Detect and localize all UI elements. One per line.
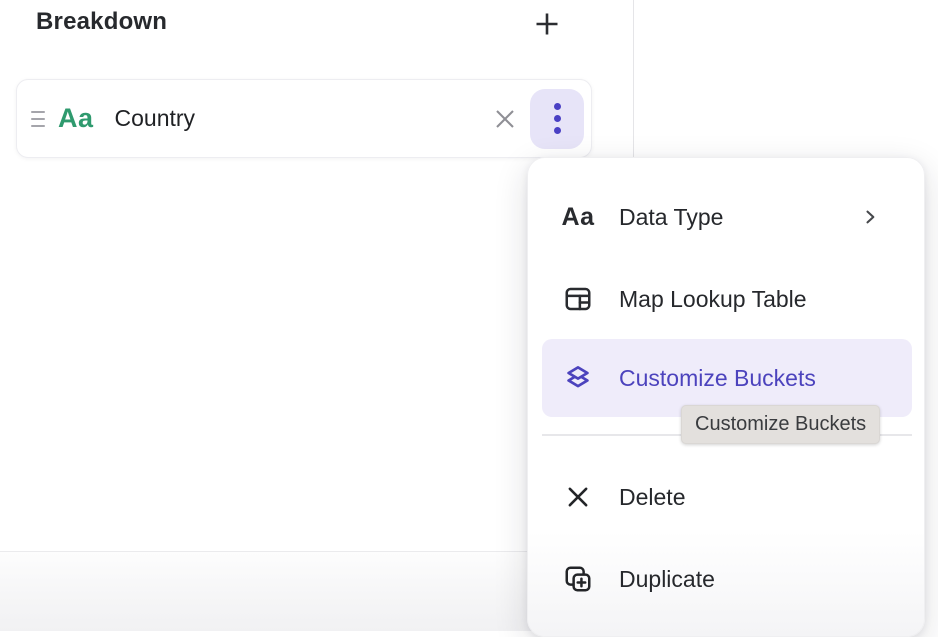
- page-title: Breakdown: [36, 8, 167, 36]
- kebab-icon: [554, 103, 561, 134]
- data-type-text-icon: Aa: [58, 103, 94, 134]
- remove-breakdown-button[interactable]: [488, 102, 522, 136]
- plus-icon: [532, 9, 562, 39]
- layers-icon: [563, 363, 593, 393]
- breakdown-card-country[interactable]: Aa Country: [16, 79, 592, 158]
- menu-item-data-type[interactable]: Aa Data Type: [542, 178, 912, 256]
- menu-item-map-lookup-table[interactable]: Map Lookup Table: [542, 260, 912, 338]
- chevron-right-icon: [860, 207, 880, 227]
- x-icon: [492, 106, 518, 132]
- breakdown-options-button[interactable]: [530, 89, 584, 149]
- table-icon: [563, 284, 593, 314]
- copy-plus-icon: [563, 564, 593, 594]
- breakdown-options-menu: Aa Data Type Map Lookup Table Customize …: [527, 157, 925, 637]
- menu-item-delete[interactable]: Delete: [542, 458, 912, 536]
- text-format-icon: Aa: [563, 202, 593, 232]
- menu-item-duplicate[interactable]: Duplicate: [542, 540, 912, 618]
- x-icon: [563, 482, 593, 512]
- breakdown-field-label: Country: [115, 105, 488, 132]
- drag-handle-icon[interactable]: [31, 111, 47, 127]
- add-breakdown-button[interactable]: [530, 7, 564, 41]
- customize-buckets-tooltip: Customize Buckets: [681, 405, 880, 444]
